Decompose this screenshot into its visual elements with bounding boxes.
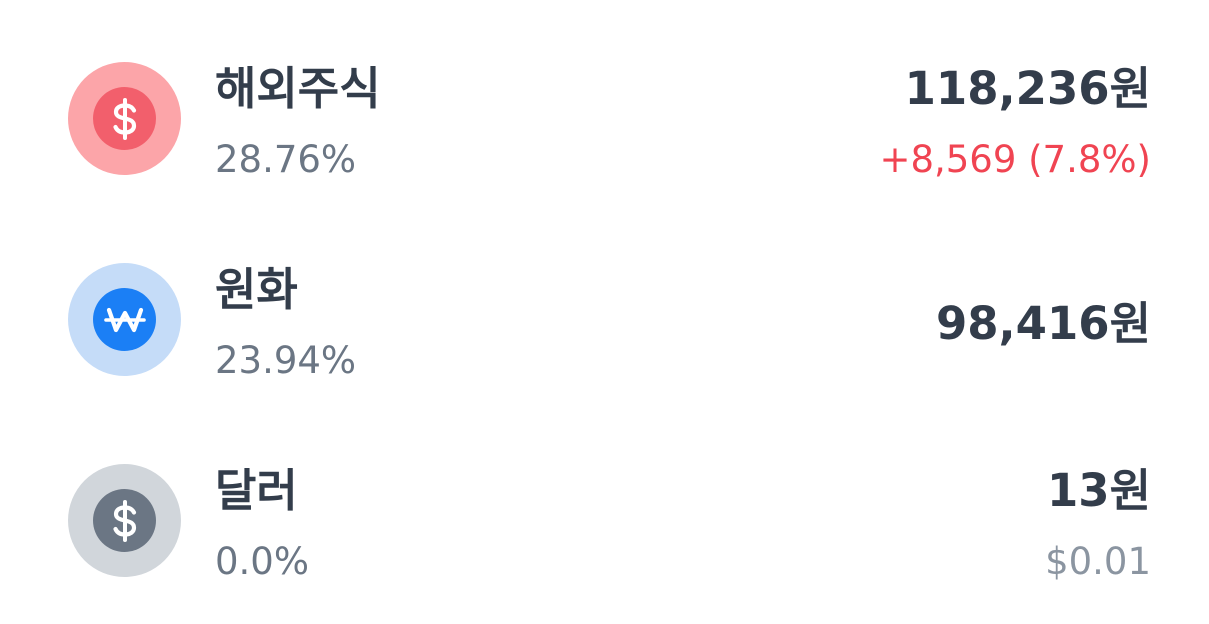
asset-usd-value: $0.01	[1045, 540, 1151, 583]
asset-icon-ring	[68, 464, 181, 577]
asset-percent: 23.94%	[215, 339, 357, 382]
asset-amount: 118,236원	[904, 62, 1151, 115]
asset-name: 원화	[215, 263, 298, 316]
asset-name: 해외주식	[215, 62, 381, 115]
asset-row-usd[interactable]: 달러 0.0% 13원 $0.01	[0, 445, 1209, 595]
dollar-icon	[93, 489, 156, 552]
asset-list: 해외주식 28.76% 118,236원 +8,569 (7.8%) 원화 23…	[0, 0, 1209, 624]
asset-icon-ring	[68, 62, 181, 175]
asset-row-krw[interactable]: 원화 23.94% 98,416원	[0, 244, 1209, 394]
asset-amount: 98,416원	[935, 297, 1151, 350]
asset-icon-ring	[68, 263, 181, 376]
asset-amount: 13원	[1046, 464, 1151, 517]
asset-profit: +8,569 (7.8%)	[879, 138, 1151, 181]
won-icon	[93, 288, 156, 351]
asset-name: 달러	[215, 464, 298, 517]
asset-percent: 0.0%	[215, 540, 309, 583]
asset-percent: 28.76%	[215, 138, 357, 181]
asset-row-overseas-stocks[interactable]: 해외주식 28.76% 118,236원 +8,569 (7.8%)	[0, 43, 1209, 193]
dollar-icon	[93, 87, 156, 150]
